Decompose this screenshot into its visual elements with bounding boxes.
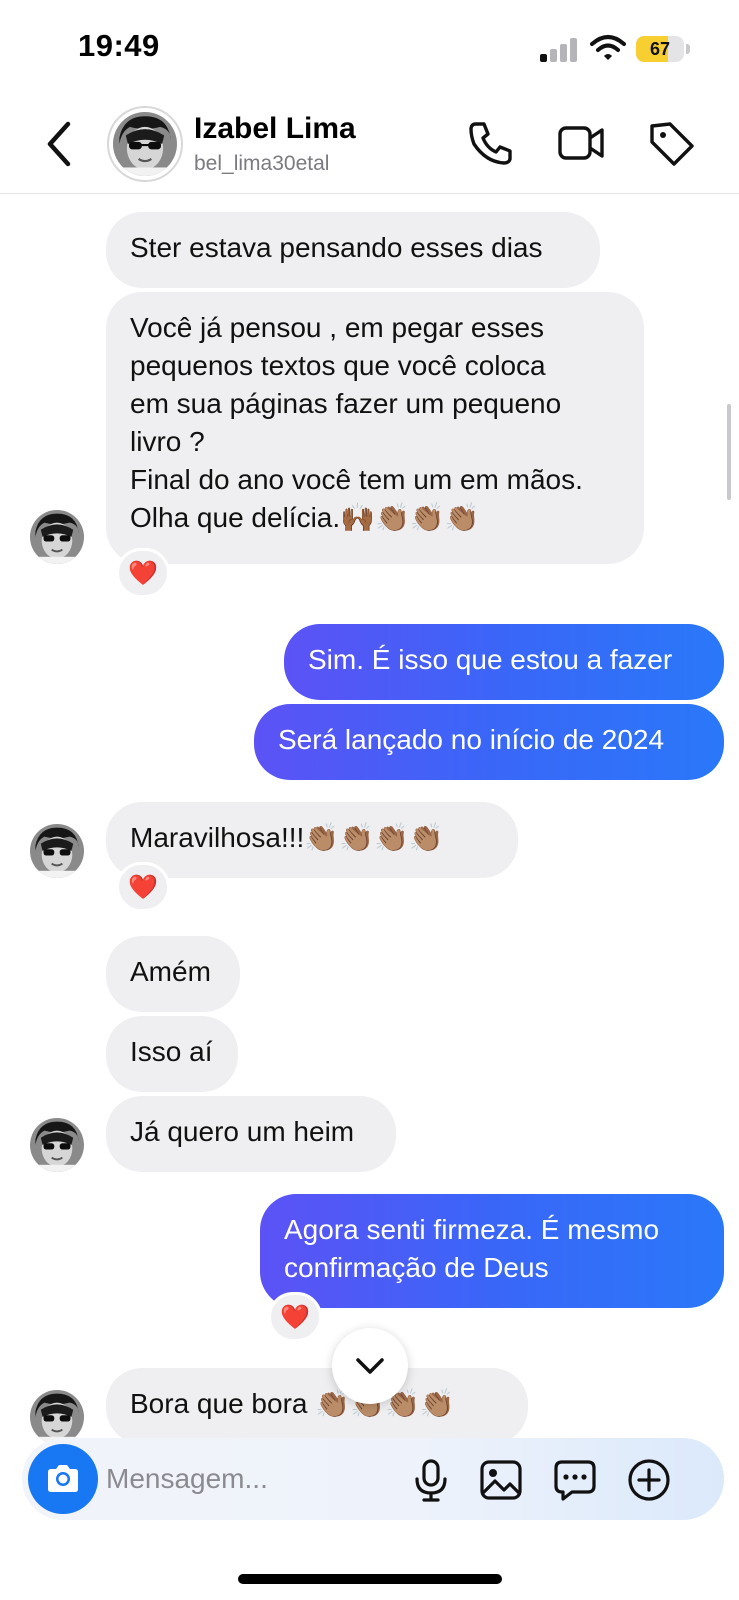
contact-avatar[interactable] (30, 824, 84, 878)
status-time: 19:49 (78, 28, 160, 63)
chat-header: Izabel Lima bel_lima30etal (0, 96, 739, 194)
message-bubble[interactable]: Será lançado no início de 2024 (254, 704, 724, 780)
phone-icon[interactable] (466, 118, 516, 168)
sticker-chat-icon[interactable] (552, 1457, 598, 1503)
battery-indicator: 67 (636, 36, 690, 62)
message-bubble[interactable]: Amém (106, 936, 240, 1012)
chevron-down-icon (356, 1358, 384, 1374)
cellular-signal-icon (540, 38, 578, 62)
contact-avatar[interactable] (30, 1118, 84, 1172)
back-icon[interactable] (38, 116, 82, 172)
contact-avatar[interactable] (30, 1390, 84, 1444)
status-bar: 19:49 67 (0, 0, 739, 96)
add-icon[interactable] (626, 1457, 672, 1503)
heart-reaction[interactable]: ❤️ (116, 862, 170, 912)
message-composer (22, 1438, 724, 1520)
video-camera-icon[interactable] (556, 118, 606, 168)
camera-button[interactable] (28, 1444, 98, 1514)
message-input[interactable] (106, 1438, 406, 1520)
contact-avatar[interactable] (107, 106, 183, 182)
tag-icon[interactable] (646, 118, 696, 168)
contact-avatar[interactable] (30, 510, 84, 564)
message-bubble[interactable]: Já quero um heim (106, 1096, 396, 1172)
message-bubble[interactable]: Sim. É isso que estou a fazer (284, 624, 724, 700)
message-bubble[interactable]: Você já pensou , em pegar esses pequenos… (106, 292, 644, 564)
contact-username[interactable]: bel_lima30etal (194, 152, 329, 176)
message-bubble[interactable]: Bora que bora 👏🏽👏🏽👏🏽👏🏽 (106, 1368, 528, 1444)
camera-icon (48, 1465, 78, 1492)
wifi-icon (590, 35, 626, 60)
scroll-to-bottom-button[interactable] (332, 1328, 408, 1404)
contact-name[interactable]: Izabel Lima (194, 112, 356, 146)
message-bubble[interactable]: Isso aí (106, 1016, 238, 1092)
message-bubble[interactable]: Agora senti firmeza. É mesmo confirmação… (260, 1194, 724, 1308)
scrollbar[interactable] (727, 404, 731, 500)
heart-reaction[interactable]: ❤️ (116, 548, 170, 598)
heart-reaction[interactable]: ❤️ (268, 1292, 322, 1342)
microphone-icon[interactable] (408, 1457, 454, 1503)
image-icon[interactable] (478, 1457, 524, 1503)
home-indicator[interactable] (238, 1574, 502, 1584)
battery-level: 67 (649, 39, 671, 59)
message-bubble[interactable]: Ster estava pensando esses dias (106, 212, 600, 288)
message-bubble[interactable]: Maravilhosa!!!👏🏽👏🏽👏🏽👏🏽 (106, 802, 518, 878)
